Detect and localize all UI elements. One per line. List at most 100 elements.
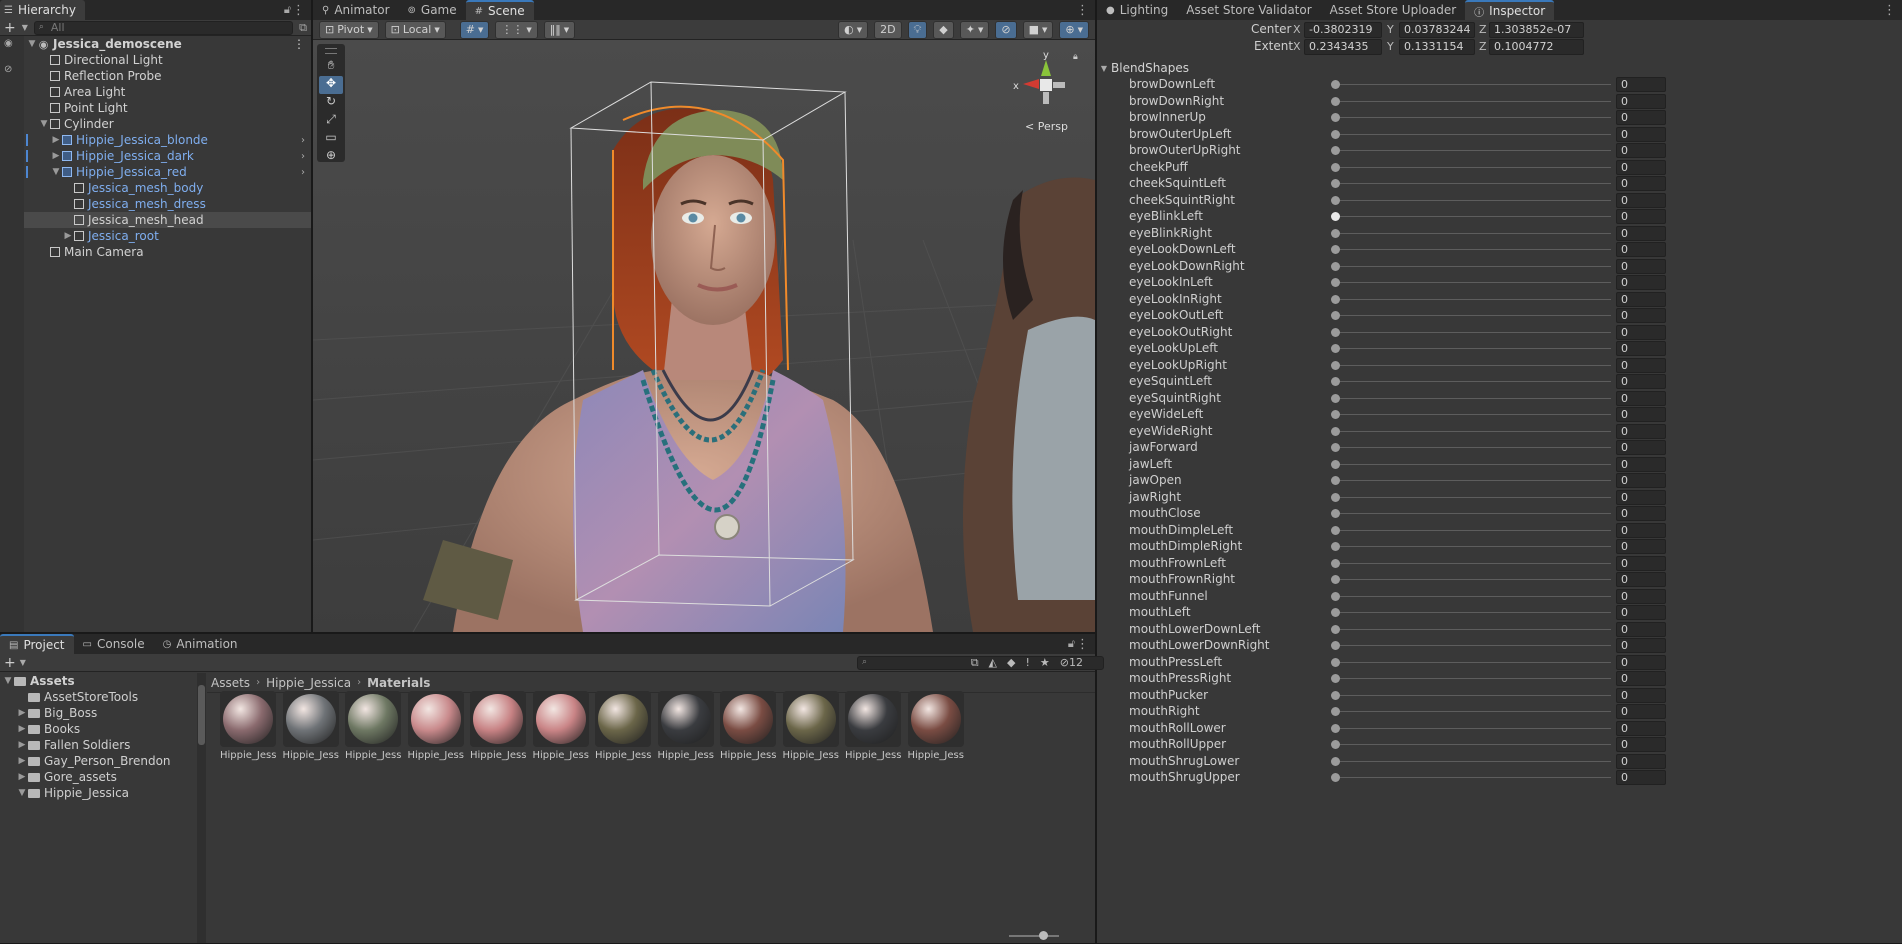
expand-right-icon[interactable]: ▶	[50, 135, 62, 145]
blendshape-slider-knob[interactable]	[1331, 608, 1340, 617]
blendshape-slider-knob[interactable]	[1331, 641, 1340, 650]
search-options-icon[interactable]: ⧉	[971, 656, 979, 670]
blendshape-slider-track[interactable]	[1335, 216, 1611, 217]
blendshape-value-field[interactable]: 0	[1616, 374, 1666, 389]
blendshape-value-field[interactable]: 0	[1616, 687, 1666, 703]
blendshape-value-field[interactable]: 0	[1616, 77, 1666, 92]
dropdown-arrow-icon[interactable]: ▼	[20, 658, 26, 667]
blendshape-value-field[interactable]: 0	[1616, 308, 1666, 323]
blendshape-value-field[interactable]: 0	[1616, 176, 1666, 191]
blendshape-value-field[interactable]: 0	[1616, 654, 1666, 670]
expand-right-icon[interactable]: ▶	[16, 740, 28, 750]
add-icon[interactable]: +	[4, 655, 16, 671]
blendshape-value-field[interactable]: 0	[1616, 704, 1666, 719]
blendshape-slider-track[interactable]	[1335, 166, 1611, 168]
hierarchy-item[interactable]: ▶ Jessica_root	[24, 228, 311, 244]
camera-settings-button[interactable]: ■ ▼	[1022, 20, 1054, 39]
eye-icon[interactable]: ◉	[4, 38, 13, 49]
blendshape-slider-knob[interactable]	[1331, 476, 1340, 485]
hierarchy-item[interactable]: Jessica_mesh_body	[24, 180, 311, 196]
tab-scene[interactable]: # Scene	[465, 0, 534, 20]
blendshape-value-field[interactable]: 0	[1616, 572, 1666, 587]
blendshape-slider-knob[interactable]	[1331, 179, 1340, 188]
blendshape-value-field[interactable]: 0	[1616, 720, 1666, 736]
blendshape-slider-track[interactable]	[1335, 760, 1611, 762]
blendshape-value-field[interactable]: 0	[1616, 258, 1666, 274]
material-asset[interactable]: Hippie_Jess...	[282, 691, 339, 761]
gizmo-x-cone[interactable]	[1023, 79, 1039, 89]
extent-z-field[interactable]: 0.1004772	[1489, 39, 1584, 55]
lighting-toggle-button[interactable]: 💡︎	[907, 20, 928, 39]
material-asset[interactable]: Hippie_Jess...	[845, 691, 901, 761]
blendshape-slider-knob[interactable]	[1331, 344, 1340, 353]
blendshape-value-field[interactable]: 0	[1616, 737, 1666, 752]
blendshape-slider-knob[interactable]	[1331, 278, 1340, 287]
blendshape-slider-track[interactable]	[1335, 298, 1611, 300]
blendshape-slider-track[interactable]	[1335, 579, 1611, 580]
blendshape-value-field[interactable]: 0	[1616, 390, 1666, 406]
blendshape-slider-knob[interactable]	[1331, 657, 1340, 667]
material-asset[interactable]: Hippie_Jess...	[532, 691, 589, 761]
blendshape-slider-track[interactable]	[1335, 133, 1611, 135]
add-icon[interactable]: +	[4, 21, 16, 35]
hidden-packages-toggle[interactable]: ⊘12	[1060, 656, 1083, 670]
blendshape-slider-track[interactable]	[1335, 562, 1611, 564]
grid-snap-button[interactable]: # ▼	[459, 20, 490, 39]
blendshape-slider-knob[interactable]	[1331, 773, 1340, 782]
blendshape-slider-track[interactable]	[1335, 232, 1611, 234]
blendshape-slider-knob[interactable]	[1331, 327, 1340, 337]
blendshape-slider-track[interactable]	[1335, 265, 1611, 267]
chevron-right-icon[interactable]: ›	[301, 135, 305, 146]
blendshape-slider-knob[interactable]	[1331, 443, 1340, 452]
blendshape-value-field[interactable]: 0	[1616, 407, 1666, 422]
move-tool-icon[interactable]: ✥	[319, 76, 343, 94]
search-options-icon[interactable]: ⧉	[299, 21, 307, 35]
blendshape-slider-track[interactable]	[1335, 430, 1611, 432]
blendshape-value-field[interactable]: 0	[1616, 324, 1666, 340]
material-asset[interactable]: Hippie_Jess...	[907, 691, 964, 761]
blendshape-value-field[interactable]: 0	[1616, 242, 1666, 257]
expand-down-icon[interactable]: ▼	[16, 788, 28, 798]
material-asset[interactable]: Hippie_Jess...	[220, 691, 276, 761]
blendshape-slider-track[interactable]	[1335, 628, 1611, 630]
blendshape-slider-track[interactable]	[1335, 661, 1611, 663]
tab-animator[interactable]: ⚲ Animator	[313, 0, 399, 20]
project-folder[interactable]: ▶ Gore_assets	[0, 769, 197, 785]
blendshape-value-field[interactable]: 0	[1616, 423, 1666, 439]
material-asset[interactable]: Hippie_Jess...	[407, 691, 464, 761]
kebab-menu-icon[interactable]: ⋮	[293, 37, 305, 51]
blendshape-slider-track[interactable]	[1335, 117, 1611, 118]
blendshape-slider-track[interactable]	[1335, 546, 1611, 547]
filter-type-icon[interactable]: ◭	[989, 656, 997, 670]
blendshape-slider-knob[interactable]	[1331, 228, 1340, 238]
expand-down-icon[interactable]: ▼	[2, 676, 14, 686]
blendshape-value-field[interactable]: 0	[1616, 159, 1666, 175]
blendshape-slider-track[interactable]	[1335, 463, 1611, 465]
blendshape-value-field[interactable]: 0	[1616, 605, 1666, 620]
expand-right-icon[interactable]: ▶	[16, 772, 28, 782]
tree-scrollbar[interactable]	[197, 673, 206, 943]
blendshape-slider-track[interactable]	[1335, 744, 1611, 745]
blendshape-slider-track[interactable]	[1335, 315, 1611, 316]
kebab-menu-icon[interactable]: ⋮	[1076, 637, 1089, 652]
blendshape-slider-knob[interactable]	[1331, 311, 1340, 320]
tab-console[interactable]: ▭ Console	[74, 634, 154, 654]
zoom-slider-knob[interactable]	[1039, 931, 1048, 940]
draw-mode-button[interactable]: ◐ ▼	[838, 20, 869, 39]
tab-hierarchy[interactable]: ☰ Hierarchy	[0, 0, 85, 20]
project-folder[interactable]: AssetStoreTools	[0, 689, 197, 705]
blendshape-slider-track[interactable]	[1335, 612, 1611, 613]
blendshape-slider-track[interactable]	[1335, 397, 1611, 399]
expand-right-icon[interactable]: ▶	[16, 756, 28, 766]
blendshape-slider-knob[interactable]	[1331, 377, 1340, 386]
blendshape-value-field[interactable]: 0	[1616, 93, 1666, 109]
blendshape-value-field[interactable]: 0	[1616, 357, 1666, 373]
hierarchy-item[interactable]: ▼ ◉ Jessica_demoscene ⋮	[24, 36, 311, 52]
blendshape-slider-track[interactable]	[1335, 282, 1611, 283]
scene-viewport[interactable]: ✋︎ ✥ ↻ ⤢ ▭ ⊕ y x 🔒︎ < Persp	[313, 40, 1095, 632]
blendshape-value-field[interactable]: 0	[1616, 621, 1666, 637]
extent-x-field[interactable]: 0.2343435	[1304, 39, 1382, 55]
blendshape-value-field[interactable]: 0	[1616, 225, 1666, 241]
tab-asset-store-validator[interactable]: Asset Store Validator	[1177, 0, 1320, 20]
blendshapes-foldout[interactable]: ▼ BlendShapes	[1097, 60, 1902, 76]
